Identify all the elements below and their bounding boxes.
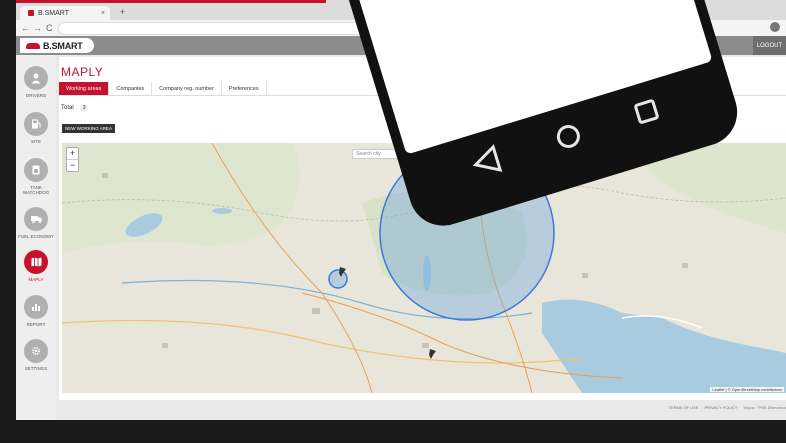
address-bar: ← → C [16,20,786,37]
sidebar-item-maply[interactable]: MAPLY [16,250,56,282]
sidebar-label-maply: MAPLY [28,277,44,282]
new-tab-button[interactable]: + [120,7,125,17]
gear-icon [24,339,48,363]
sidebar-label-report: REPORT [26,322,46,327]
working-area-circle-large[interactable] [379,145,555,321]
sidebar-label-drivers: DRIVERS [25,93,46,98]
main-content: MAPLY Working areas Companies Company re… [59,57,786,400]
top-accent-line [16,0,326,3]
total-count-badge: 3 [79,104,89,112]
browser-tab-bar: B.SMART × + [16,0,786,20]
terms-link[interactable]: TERMS OF USE [668,405,698,410]
bar-chart-icon [24,295,48,319]
logo-text: B.SMART [43,40,83,51]
city-search-input[interactable]: Search city [352,149,412,159]
app-header: B.SMART LOGOUT [16,36,786,55]
zoom-out-button[interactable]: − [67,160,78,171]
map-tiles [62,143,786,393]
sidebar-label-settings: SETTINGS [24,366,48,371]
tab-company-reg-number[interactable]: Company reg. number [152,82,222,95]
driver-icon [24,66,48,90]
fuel-pump-icon [24,112,48,136]
close-tab-icon[interactable]: × [101,10,105,17]
content-tabs: Working areas Companies Company reg. num… [59,82,267,95]
profile-icon[interactable] [770,22,780,32]
favicon-icon [28,10,34,16]
sidebar-item-fuel-economy[interactable]: FUEL ECONOMY [16,207,56,239]
sidebar-label-fuel-economy: FUEL ECONOMY [18,234,54,239]
sidebar-item-settings[interactable]: SETTINGS [16,339,56,371]
zoom-control: + − [66,147,79,172]
sidebar-label-site: SITE [30,139,41,144]
tab-working-areas[interactable]: Working areas [59,82,110,95]
map-icon [24,250,48,274]
total-label: Total [61,105,74,111]
sidebar-item-site[interactable]: SITE [16,112,56,144]
url-field[interactable] [58,22,370,35]
screen-frame: B.SMART × + ← → C B.SMART LOGOUT DRIVERS… [16,0,786,420]
sidebar-item-drivers[interactable]: DRIVERS [16,66,56,98]
map-attribution: Leaflet | © OpenStreetMap contributors [710,387,784,392]
tab-companies[interactable]: Companies [109,82,153,95]
page-title: MAPLY [61,65,104,79]
bsmart-logo[interactable]: B.SMART [20,38,94,53]
version-text: Vuyuo · PVB 3/hrn.ecco [743,405,786,410]
browser-tab-title: B.SMART [38,9,69,17]
zoom-in-button[interactable]: + [67,148,78,160]
sidebar-item-report[interactable]: REPORT [16,295,56,327]
tank-icon [24,158,48,182]
car-logo-icon [26,42,40,49]
sidebar-label-tank-watchdog: TANK WATCHDOG [22,185,50,195]
map-view[interactable]: + − Search city Leaflet | © OpenStreetMa… [62,143,786,393]
tab-divider [59,95,786,96]
reload-button[interactable]: C [46,23,53,33]
footer: TERMS OF USE PRIVACY POLICY Vuyuo · PVB … [59,404,786,414]
sidebar: DRIVERS SITE TANK WATCHDOG FUEL ECONOMY … [16,55,56,420]
total-row: Total 3 [61,104,89,112]
forward-button[interactable]: → [33,23,42,33]
new-working-area-button[interactable]: NEW WORKING AREA [62,124,116,133]
working-area-circle-small[interactable] [328,269,348,289]
sidebar-item-tank-watchdog[interactable]: TANK WATCHDOG [16,158,56,195]
browser-tab[interactable]: B.SMART × [20,6,110,20]
footer-links: TERMS OF USE PRIVACY POLICY Vuyuo · PVB … [668,405,786,410]
tab-preferences[interactable]: Preferences [222,82,267,95]
logout-button[interactable]: LOGOUT [753,36,786,55]
privacy-link[interactable]: PRIVACY POLICY [704,405,737,410]
truck-icon [24,207,48,231]
back-button[interactable]: ← [21,23,30,33]
